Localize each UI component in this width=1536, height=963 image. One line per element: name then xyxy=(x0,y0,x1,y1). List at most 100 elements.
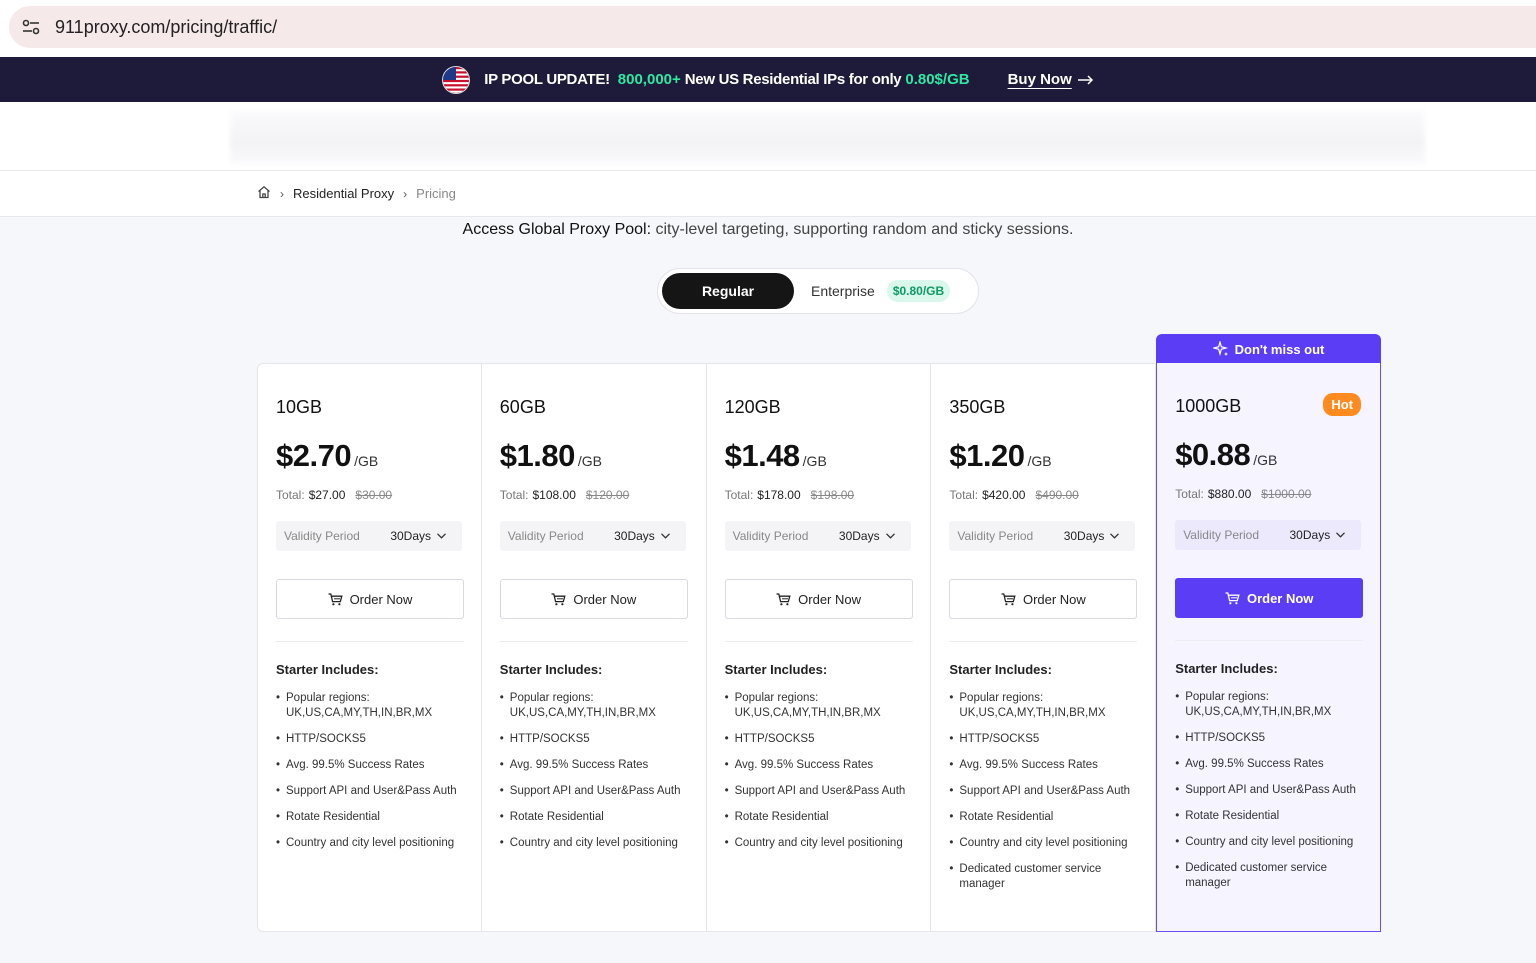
plan-size: 10GB xyxy=(276,397,323,417)
card-divider xyxy=(276,641,464,642)
order-now-button[interactable]: Order Now xyxy=(276,579,464,619)
order-now-button[interactable]: Order Now xyxy=(724,579,913,619)
buy-now-label: Buy Now xyxy=(1007,71,1072,88)
validity-selected: 30Days xyxy=(838,529,880,543)
total-original: $30.00 xyxy=(355,488,393,502)
promo-headline: IP POOL UPDATE! xyxy=(484,71,610,88)
tab-enterprise[interactable]: Enterprise $0.80/GB xyxy=(811,280,951,302)
plan-price: $1.48 /GB xyxy=(725,438,827,474)
total-original: $198.00 xyxy=(810,488,855,502)
includes-heading: Starter Includes: xyxy=(499,662,603,677)
feature-item: Dedicated customer service manager xyxy=(949,862,1144,892)
feature-item: Avg. 99.5% Success Rates xyxy=(1175,757,1370,772)
order-now-button[interactable]: Order Now xyxy=(1175,578,1364,618)
total-value: $420.00 xyxy=(982,488,1026,502)
feature-item: Popular regions: UK,US,CA,MY,TH,IN,BR,MX xyxy=(1175,690,1370,720)
tab-enterprise-label: Enterprise xyxy=(811,283,875,299)
url-text[interactable]: 911proxy.com/pricing/traffic/ xyxy=(55,17,277,38)
cart-icon xyxy=(1225,591,1240,604)
validity-period-select[interactable]: Validity Period 30Days xyxy=(949,521,1136,551)
buy-now-link[interactable]: Buy Now xyxy=(1008,71,1094,88)
price-unit: /GB xyxy=(354,453,379,469)
feature-item: Rotate Residential xyxy=(1175,809,1370,824)
validity-value[interactable]: 30Days xyxy=(1290,528,1346,542)
total-label: Total: xyxy=(499,488,529,502)
plan-size: 350GB xyxy=(949,397,1006,417)
feature-item: Avg. 99.5% Success Rates xyxy=(949,758,1144,773)
chevron-down-icon xyxy=(885,533,895,539)
validity-selected: 30Days xyxy=(1289,528,1331,542)
browser-toolbar: 911proxy.com/pricing/traffic/ xyxy=(0,0,1536,57)
price-value: $1.80 xyxy=(499,438,576,473)
card-divider xyxy=(949,641,1138,642)
card-divider xyxy=(1175,640,1364,641)
page-subtitle: Access Global Proxy Pool: city-level tar… xyxy=(0,221,1536,239)
cart-icon xyxy=(551,592,567,605)
breadcrumb-residential-proxy[interactable]: Residential Proxy xyxy=(293,186,394,201)
total-value: $880.00 xyxy=(1207,487,1252,501)
plan-total: Total: $420.00 $490.00 xyxy=(949,488,1078,502)
blurred-nav xyxy=(230,110,1425,164)
feature-list: Popular regions: UK,US,CA,MY,TH,IN,BR,MX… xyxy=(276,691,471,862)
validity-period-select[interactable]: Validity Period 30Days xyxy=(1175,520,1362,550)
validity-selected: 30Days xyxy=(614,529,655,543)
plan-total: Total: $27.00 $30.00 xyxy=(276,488,392,502)
site-info-icon[interactable] xyxy=(21,17,41,37)
includes-heading: Starter Includes: xyxy=(276,662,379,677)
plan-total: Total: $880.00 $1000.00 xyxy=(1175,487,1311,501)
cart-icon xyxy=(328,592,343,605)
feature-item: Rotate Residential xyxy=(500,810,695,825)
address-bar[interactable]: 911proxy.com/pricing/traffic/ xyxy=(9,6,1536,48)
validity-selected: 30Days xyxy=(390,529,431,543)
feature-item: HTTP/SOCKS5 xyxy=(1175,731,1370,746)
site-header xyxy=(0,102,1536,171)
feature-item: HTTP/SOCKS5 xyxy=(725,732,920,747)
total-value: $27.00 xyxy=(308,488,346,502)
breadcrumb-pricing: Pricing xyxy=(416,186,456,201)
arrow-right-icon xyxy=(1077,74,1093,85)
promo-price: 0.80$/GB xyxy=(905,71,970,88)
feature-item: Country and city level positioning xyxy=(276,836,471,851)
feature-list: Popular regions: UK,US,CA,MY,TH,IN,BR,MX… xyxy=(500,691,695,862)
order-now-label: Order Now xyxy=(1022,591,1086,607)
validity-value[interactable]: 30Days xyxy=(614,529,670,543)
feature-item: Support API and User&Pass Auth xyxy=(1175,783,1370,798)
validity-period-select[interactable]: Validity Period 30Days xyxy=(276,521,462,551)
plan-size: 1000GB xyxy=(1175,396,1242,416)
order-now-button[interactable]: Order Now xyxy=(949,579,1138,619)
feature-item: Rotate Residential xyxy=(725,810,920,825)
total-original: $1000.00 xyxy=(1261,487,1312,501)
home-icon[interactable] xyxy=(257,185,271,202)
validity-period-select[interactable]: Validity Period 30Days xyxy=(724,521,911,551)
order-now-button[interactable]: Order Now xyxy=(499,579,688,619)
tab-regular[interactable]: Regular xyxy=(662,273,794,309)
includes-heading: Starter Includes: xyxy=(949,662,1052,677)
validity-period-select[interactable]: Validity Period 30Days xyxy=(499,521,686,551)
plan-price: $1.80 /GB xyxy=(500,438,602,474)
feature-list: Popular regions: UK,US,CA,MY,TH,IN,BR,MX… xyxy=(1175,690,1370,902)
feature-item: Support API and User&Pass Auth xyxy=(949,784,1144,799)
chevron-down-icon xyxy=(1110,533,1120,539)
validity-value[interactable]: 30Days xyxy=(1064,529,1120,543)
plan-toggle: Regular Enterprise $0.80/GB xyxy=(657,268,979,314)
feature-item: HTTP/SOCKS5 xyxy=(276,732,471,747)
feature-item: Country and city level positioning xyxy=(949,836,1144,851)
feature-item: Rotate Residential xyxy=(276,810,471,825)
plan-size: 60GB xyxy=(499,397,546,417)
chevron-down-icon xyxy=(437,533,446,539)
validity-value[interactable]: 30Days xyxy=(390,529,446,543)
chevron-right-icon: › xyxy=(280,186,284,201)
total-label: Total: xyxy=(724,488,754,502)
feature-item: Country and city level positioning xyxy=(500,836,695,851)
validity-label: Validity Period xyxy=(732,529,809,543)
feature-item: Popular regions: UK,US,CA,MY,TH,IN,BR,MX xyxy=(500,691,695,721)
hot-badge: Hot xyxy=(1323,393,1361,416)
validity-label: Validity Period xyxy=(1183,528,1260,542)
price-value: $1.48 xyxy=(724,438,801,473)
feature-item: Country and city level positioning xyxy=(1175,835,1370,850)
price-unit: /GB xyxy=(577,453,602,469)
validity-value[interactable]: 30Days xyxy=(839,529,895,543)
promo-count: 800,000+ xyxy=(617,71,681,88)
plan-size: 120GB xyxy=(724,397,781,417)
total-original: $490.00 xyxy=(1035,488,1079,502)
